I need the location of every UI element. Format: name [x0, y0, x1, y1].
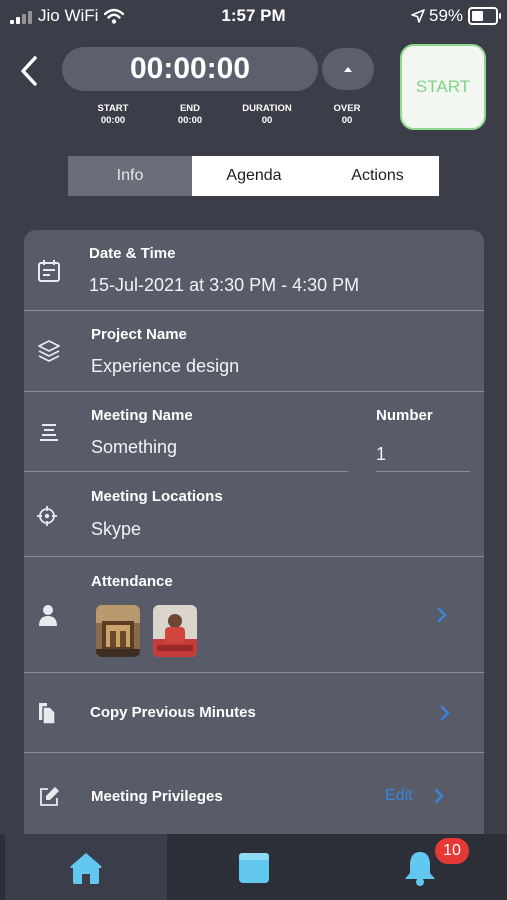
caret-up-icon — [344, 67, 352, 72]
tab-info[interactable]: Info — [68, 156, 192, 196]
person-icon — [39, 605, 57, 626]
calendar-nav-icon[interactable] — [238, 852, 270, 884]
home-icon[interactable] — [68, 850, 104, 886]
stat-value: 00:00 — [177, 115, 203, 126]
timer-display: 00:00:00 — [129, 52, 251, 85]
attendance-label: Attendance — [91, 573, 173, 590]
stat-value: 00:00 — [100, 115, 126, 126]
meeting-name-input[interactable]: Something — [91, 437, 177, 458]
layers-icon — [38, 340, 60, 362]
stat-over: OVER 00 — [317, 103, 377, 127]
notifications-bell-icon[interactable] — [400, 848, 440, 888]
notification-count-badge: 10 — [435, 838, 469, 864]
tab-agenda[interactable]: Agenda — [192, 156, 316, 196]
stat-value: 00 — [261, 115, 273, 126]
stat-end: END 00:00 — [160, 103, 220, 127]
stat-label: DURATION — [242, 103, 292, 114]
location-arrow-icon — [411, 9, 425, 23]
row-divider — [24, 752, 484, 753]
row-divider — [24, 310, 484, 311]
tab-bar: Info Agenda Actions — [68, 156, 439, 196]
project-name-value[interactable]: Experience design — [91, 356, 239, 377]
start-button[interactable]: START — [400, 44, 486, 130]
row-divider — [24, 672, 484, 673]
calendar-icon — [38, 260, 60, 282]
row-divider — [24, 556, 484, 557]
back-arrow-icon[interactable] — [16, 54, 44, 88]
number-label: Number — [376, 407, 433, 424]
stat-label: END — [179, 103, 201, 114]
meeting-locations-label: Meeting Locations — [91, 488, 223, 505]
attendee-avatar[interactable] — [153, 605, 197, 657]
date-time-value[interactable]: 15-Jul-2021 at 3:30 PM - 4:30 PM — [89, 275, 359, 296]
meeting-name-label: Meeting Name — [91, 407, 193, 424]
project-name-label: Project Name — [91, 326, 187, 343]
attendance-chevron-right-icon[interactable] — [435, 606, 449, 624]
date-time-label: Date & Time — [89, 245, 176, 262]
copy-previous-minutes-button[interactable]: Copy Previous Minutes — [90, 704, 256, 721]
tab-actions[interactable]: Actions — [316, 156, 439, 196]
meeting-name-underline — [24, 471, 348, 472]
attendee-photo — [96, 605, 140, 657]
copy-document-icon — [39, 703, 56, 725]
copy-previous-chevron-right-icon[interactable] — [438, 704, 452, 722]
row-divider — [24, 391, 484, 392]
list-icon — [40, 424, 58, 441]
battery-icon — [468, 7, 501, 25]
meeting-locations-value[interactable]: Skype — [91, 519, 141, 540]
meeting-privileges-label: Meeting Privileges — [91, 788, 223, 805]
stat-label: START — [97, 103, 129, 114]
timer-expand-button[interactable] — [322, 48, 374, 90]
edit-square-icon — [40, 787, 59, 806]
location-target-icon — [37, 506, 57, 526]
stat-duration: DURATION 00 — [237, 103, 297, 127]
battery-percentage: 59% — [429, 6, 464, 25]
privileges-chevron-right-icon[interactable] — [432, 787, 446, 805]
stat-label: OVER — [333, 103, 361, 114]
status-bar: Jio WiFi 1:57 PM 59% — [0, 0, 507, 34]
stat-start: START 00:00 — [83, 103, 143, 127]
number-input[interactable]: 1 — [376, 444, 386, 465]
stat-value: 00 — [341, 115, 353, 126]
number-underline — [376, 471, 470, 472]
attendee-photo — [153, 605, 197, 657]
attendee-avatar[interactable] — [96, 605, 140, 657]
privileges-edit-link[interactable]: Edit — [385, 787, 413, 805]
